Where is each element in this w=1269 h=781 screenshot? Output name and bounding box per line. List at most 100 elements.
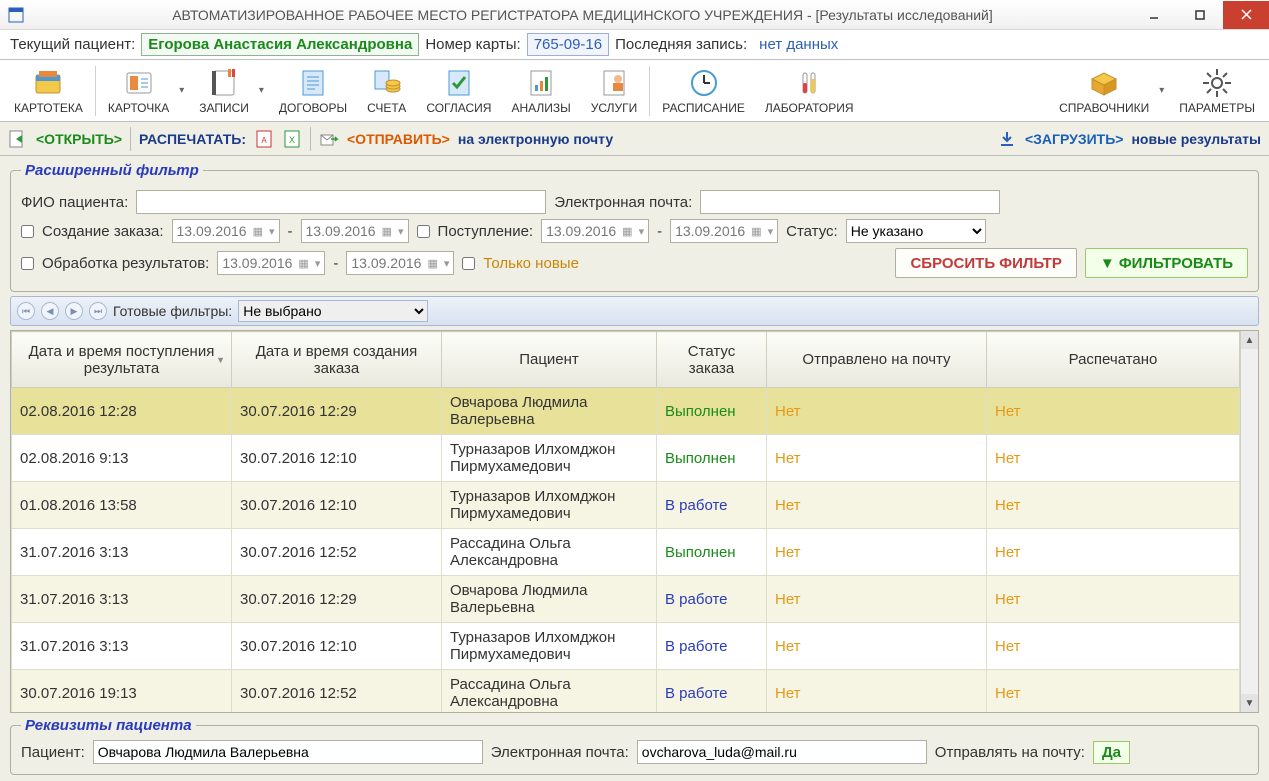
send-icon[interactable] xyxy=(319,129,339,149)
received-to-date[interactable]: 13.09.2016▦▾ xyxy=(670,219,778,243)
processed-to-date[interactable]: 13.09.2016▦▾ xyxy=(346,251,454,275)
scheta-button[interactable]: СЧЕТА xyxy=(357,63,416,119)
gear-icon xyxy=(1201,67,1233,99)
pager-bar: ⏮ ◀ ▶ ⏭ Готовые фильтры: Не выбрано xyxy=(10,296,1259,326)
apply-filter-button[interactable]: ▼ ФИЛЬТРОВАТЬ xyxy=(1085,248,1248,278)
window-title: АВТОМАТИЗИРОВАННОЕ РАБОЧЕЕ МЕСТО РЕГИСТР… xyxy=(34,7,1131,23)
analizy-button[interactable]: АНАЛИЗЫ xyxy=(501,63,580,119)
card-index-icon xyxy=(32,67,64,99)
last-page-button[interactable]: ⏭ xyxy=(89,302,107,320)
services-icon xyxy=(598,67,630,99)
table-row[interactable]: 30.07.2016 19:1330.07.2016 12:52Рассадин… xyxy=(12,670,1240,713)
laboratoria-button[interactable]: ЛАБОРАТОРИЯ xyxy=(755,63,864,119)
details-patient-label: Пациент: xyxy=(21,744,85,761)
app-icon xyxy=(8,7,24,23)
card-number[interactable]: 765-09-16 xyxy=(527,33,609,56)
spravochniki-button[interactable]: СПРАВОЧНИКИ xyxy=(1049,63,1159,119)
excel-icon[interactable]: X xyxy=(282,129,302,149)
zapisi-button[interactable]: ЗАПИСИ xyxy=(189,63,259,119)
reset-filter-button[interactable]: СБРОСИТЬ ФИЛЬТР xyxy=(895,248,1076,278)
results-grid: Дата и время поступления результата▼ Дат… xyxy=(10,330,1259,713)
kartoteka-button[interactable]: КАРТОТЕКА xyxy=(4,63,93,119)
parametry-button[interactable]: ПАРАМЕТРЫ xyxy=(1169,63,1265,119)
pdf-icon[interactable]: A xyxy=(254,129,274,149)
open-icon[interactable] xyxy=(8,129,28,149)
col-printed[interactable]: Распечатано xyxy=(987,332,1240,388)
details-sendto-value[interactable]: Да xyxy=(1093,741,1130,764)
preset-filters-select[interactable]: Не выбрано xyxy=(238,300,428,322)
patient-details: Реквизиты пациента Пациент: Электронная … xyxy=(10,717,1259,775)
send-button[interactable]: <ОТПРАВИТЬ> xyxy=(347,131,450,147)
cell-created: 30.07.2016 12:10 xyxy=(232,482,442,529)
col-sent[interactable]: Отправлено на почту xyxy=(767,332,987,388)
uslugi-button[interactable]: УСЛУГИ xyxy=(581,63,648,119)
created-from-date[interactable]: 13.09.2016▦▾ xyxy=(172,219,280,243)
received-from-date[interactable]: 13.09.2016▦▾ xyxy=(541,219,649,243)
dropdown-icon[interactable]: ▾ xyxy=(1159,85,1169,96)
open-button[interactable]: <ОТКРЫТЬ> xyxy=(36,131,122,147)
processed-checkbox[interactable] xyxy=(21,257,34,270)
next-page-button[interactable]: ▶ xyxy=(65,302,83,320)
prev-page-button[interactable]: ◀ xyxy=(41,302,59,320)
col-received[interactable]: Дата и время поступления результата▼ xyxy=(12,332,232,388)
load-button[interactable]: <ЗАГРУЗИТЬ> xyxy=(1025,131,1123,147)
table-row[interactable]: 31.07.2016 3:1330.07.2016 12:29Овчарова … xyxy=(12,576,1240,623)
onlynew-label: Только новые xyxy=(483,255,579,272)
table-row[interactable]: 01.08.2016 13:5830.07.2016 12:10Турназар… xyxy=(12,482,1240,529)
cell-sent: Нет xyxy=(767,529,987,576)
details-email-input[interactable] xyxy=(637,740,927,764)
dogovory-button[interactable]: ДОГОВОРЫ xyxy=(269,63,357,119)
cell-printed: Нет xyxy=(987,670,1240,713)
table-row[interactable]: 02.08.2016 12:2830.07.2016 12:29Овчарова… xyxy=(12,388,1240,435)
first-page-button[interactable]: ⏮ xyxy=(17,302,35,320)
current-patient-label: Текущий пациент: xyxy=(10,36,135,53)
cell-received: 31.07.2016 3:13 xyxy=(12,576,232,623)
load-label-rest: новые результаты xyxy=(1131,131,1261,147)
kartochka-button[interactable]: КАРТОЧКА xyxy=(98,63,179,119)
dropdown-icon[interactable]: ▾ xyxy=(259,85,269,96)
last-record-value: нет данных xyxy=(753,34,844,55)
cell-created: 30.07.2016 12:10 xyxy=(232,623,442,670)
close-button[interactable] xyxy=(1223,1,1269,29)
raspisanie-button[interactable]: РАСПИСАНИЕ xyxy=(652,63,755,119)
table-row[interactable]: 02.08.2016 9:1330.07.2016 12:10Турназаро… xyxy=(12,435,1240,482)
download-icon[interactable] xyxy=(997,129,1017,149)
table-row[interactable]: 31.07.2016 3:1330.07.2016 12:10Турназаро… xyxy=(12,623,1240,670)
box-icon xyxy=(1088,67,1120,99)
current-patient-name[interactable]: Егорова Анастасия Александровна xyxy=(141,33,419,56)
cell-created: 30.07.2016 12:52 xyxy=(232,670,442,713)
maximize-button[interactable] xyxy=(1177,1,1223,29)
fio-input[interactable] xyxy=(136,190,546,214)
titlebar: АВТОМАТИЗИРОВАННОЕ РАБОЧЕЕ МЕСТО РЕГИСТР… xyxy=(0,0,1269,30)
created-to-date[interactable]: 13.09.2016▦▾ xyxy=(301,219,409,243)
cell-status: Выполнен xyxy=(657,435,767,482)
scroll-down-icon[interactable]: ▼ xyxy=(1241,694,1258,712)
cell-printed: Нет xyxy=(987,388,1240,435)
cell-printed: Нет xyxy=(987,435,1240,482)
cell-sent: Нет xyxy=(767,388,987,435)
onlynew-checkbox[interactable] xyxy=(462,257,475,270)
col-patient[interactable]: Пациент xyxy=(442,332,657,388)
details-email-label: Электронная почта: xyxy=(491,744,629,761)
received-checkbox[interactable] xyxy=(417,225,430,238)
consent-icon xyxy=(443,67,475,99)
details-patient-input[interactable] xyxy=(93,740,483,764)
processed-from-date[interactable]: 13.09.2016▦▾ xyxy=(217,251,325,275)
cell-patient: Рассадина Ольга Александровна xyxy=(442,529,657,576)
cell-created: 30.07.2016 12:29 xyxy=(232,576,442,623)
cell-received: 02.08.2016 12:28 xyxy=(12,388,232,435)
patient-bar: Текущий пациент: Егорова Анастасия Алекс… xyxy=(0,30,1269,60)
created-checkbox[interactable] xyxy=(21,225,34,238)
dropdown-icon[interactable]: ▾ xyxy=(179,85,189,96)
col-status[interactable]: Статус заказа xyxy=(657,332,767,388)
cell-received: 31.07.2016 3:13 xyxy=(12,529,232,576)
scroll-up-icon[interactable]: ▲ xyxy=(1241,331,1258,349)
col-created[interactable]: Дата и время создания заказа xyxy=(232,332,442,388)
minimize-button[interactable] xyxy=(1131,1,1177,29)
vertical-scrollbar[interactable]: ▲ ▼ xyxy=(1240,331,1258,712)
soglasia-button[interactable]: СОГЛАСИЯ xyxy=(416,63,501,119)
status-select[interactable]: Не указано xyxy=(846,219,986,243)
email-input[interactable] xyxy=(700,190,1000,214)
cell-sent: Нет xyxy=(767,623,987,670)
table-row[interactable]: 31.07.2016 3:1330.07.2016 12:52Рассадина… xyxy=(12,529,1240,576)
